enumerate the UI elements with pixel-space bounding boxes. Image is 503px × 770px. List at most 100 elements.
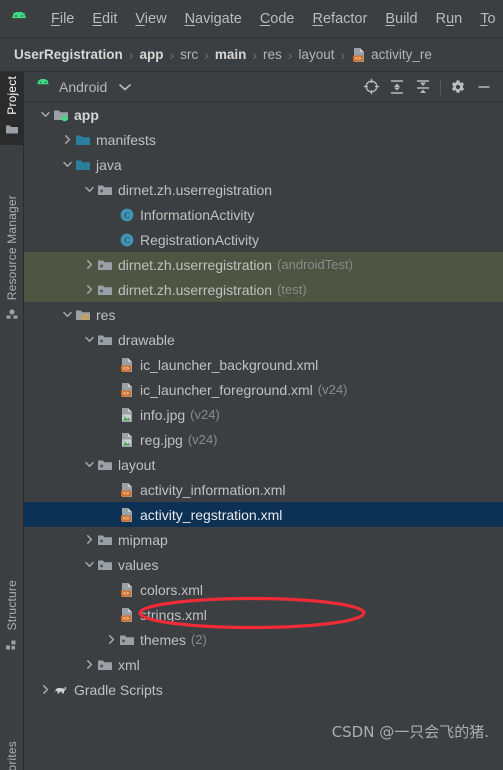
expand-all-button[interactable] [384,74,410,100]
package-icon [118,632,135,648]
package-icon [96,332,113,348]
breadcrumb-separator: › [287,46,293,63]
structure-icon [5,638,19,656]
rail-tab-project[interactable]: Project [0,72,24,145]
menu-item-to[interactable]: To [471,9,503,29]
tree-row-label: activity_information.xml [140,481,286,498]
breadcrumb-item-activity-re[interactable]: activity_re [371,47,432,62]
breadcrumb-item-app[interactable]: app [139,47,163,62]
tree-row[interactable]: layout [24,452,503,477]
chevron-down-icon[interactable] [82,184,96,195]
rail-tab-structure[interactable]: Structure [0,576,24,661]
tree-row[interactable]: xml [24,652,503,677]
rail-tab-favorites-label: orites [5,741,19,770]
tree-row-label: xml [118,656,140,673]
chevron-right-icon[interactable] [104,634,118,645]
tree-row[interactable]: java [24,152,503,177]
tree-row[interactable]: dirnet.zh.userregistration [24,177,503,202]
tree-row-label: java [96,156,122,173]
menu-item-file[interactable]: File [42,9,83,29]
menu-item-run[interactable]: Run [427,9,472,29]
breadcrumb-item-layout[interactable]: layout [298,47,334,62]
chevron-right-icon[interactable] [60,134,74,145]
menu-item-code[interactable]: Code [251,9,304,29]
java-class-icon: C [118,232,135,248]
menu-item-edit[interactable]: Edit [83,9,126,29]
xml-file-icon: <> [118,607,135,623]
chevron-right-icon[interactable] [82,659,96,670]
main-body: Project Resource Manager Structure orite… [0,72,503,770]
tree-row[interactable]: <> colors.xml [24,577,503,602]
chevron-down-icon[interactable] [60,159,74,170]
xml-file-icon: <> [118,507,135,523]
tree-row-label: reg.jpg [140,431,183,448]
tree-row[interactable]: themes (2) [24,627,503,652]
tree-row-label: activity_regstration.xml [140,506,283,523]
breadcrumb-separator: › [340,46,346,63]
tree-row-label: drawable [118,331,175,348]
tree-row[interactable]: app [24,102,503,127]
breadcrumb-item-res[interactable]: res [263,47,282,62]
breadcrumb-item-src[interactable]: src [180,47,198,62]
tool-window-title: Android [59,78,108,95]
chevron-down-icon[interactable] [38,109,52,120]
project-tree[interactable]: app manifests java dirnet.zh.userregistrati… [24,102,503,770]
tree-row[interactable]: C RegistrationActivity [24,227,503,252]
tree-row[interactable]: values [24,552,503,577]
svg-text:<>: <> [122,516,128,522]
tool-window-rail: Project Resource Manager Structure orite… [0,72,24,770]
menu-item-view[interactable]: View [126,9,175,29]
select-opened-file-button[interactable] [358,74,384,100]
menu-item-refactor[interactable]: Refactor [304,9,377,29]
folder-teal-icon [74,132,91,148]
tree-row[interactable]: <> strings.xml [24,602,503,627]
chevron-down-icon[interactable] [82,459,96,470]
tree-row[interactable]: dirnet.zh.userregistration (androidTest) [24,252,503,277]
tree-row[interactable]: Gradle Scripts [24,677,503,702]
tree-row[interactable]: dirnet.zh.userregistration (test) [24,277,503,302]
tree-row-label: dirnet.zh.userregistration [118,256,273,273]
tree-row-label: mipmap [118,531,168,548]
chevron-down-icon[interactable] [82,334,96,345]
menu-item-build[interactable]: Build [376,9,426,29]
minimize-icon[interactable] [471,74,497,100]
package-icon [96,282,113,298]
module-folder-icon [52,107,69,123]
rail-tab-favorites[interactable]: orites [0,737,24,770]
settings-button[interactable] [445,74,471,100]
chevron-right-icon[interactable] [82,259,96,270]
tree-row-label: ic_launcher_foreground.xml [140,381,313,398]
xml-file-icon: <> [118,357,135,373]
menu-item-navigate[interactable]: Navigate [176,9,251,29]
rail-tab-resource-manager[interactable]: Resource Manager [0,191,24,330]
tree-row[interactable]: <> ic_launcher_background.xml [24,352,503,377]
tree-row[interactable]: mipmap [24,527,503,552]
tree-row[interactable]: reg.jpg (v24) [24,427,503,452]
tree-row[interactable]: res [24,302,503,327]
chevron-right-icon[interactable] [82,534,96,545]
breadcrumb[interactable]: UserRegistration › app › src › main › res › layout… [0,38,503,72]
breadcrumb-separator: › [169,46,175,63]
collapse-all-button[interactable] [410,74,436,100]
svg-text:<>: <> [122,491,128,497]
breadcrumb-item-userregistration[interactable]: UserRegistration [14,47,123,62]
breadcrumb-separator: › [252,46,257,63]
chevron-down-icon[interactable] [119,78,132,96]
tree-row-label: colors.xml [140,581,204,598]
tree-row[interactable]: manifests [24,127,503,152]
tree-row[interactable]: <> ic_launcher_foreground.xml (v24) [24,377,503,402]
tree-row-label: app [74,106,99,123]
chevron-down-icon[interactable] [60,309,74,320]
tree-row[interactable]: <> activity_regstration.xml [24,502,503,527]
toolbar-divider [440,78,441,95]
tree-row-label: Gradle Scripts [74,681,163,698]
chevron-down-icon[interactable] [82,559,96,570]
project-tool-window: Android app manifests java dirnet.zh.use… [24,72,503,770]
tree-row[interactable]: drawable [24,327,503,352]
chevron-right-icon[interactable] [38,684,52,695]
tree-row[interactable]: C InformationActivity [24,202,503,227]
breadcrumb-item-main[interactable]: main [215,47,247,62]
chevron-right-icon[interactable] [82,284,96,295]
tree-row[interactable]: <> activity_information.xml [24,477,503,502]
tree-row[interactable]: info.jpg (v24) [24,402,503,427]
